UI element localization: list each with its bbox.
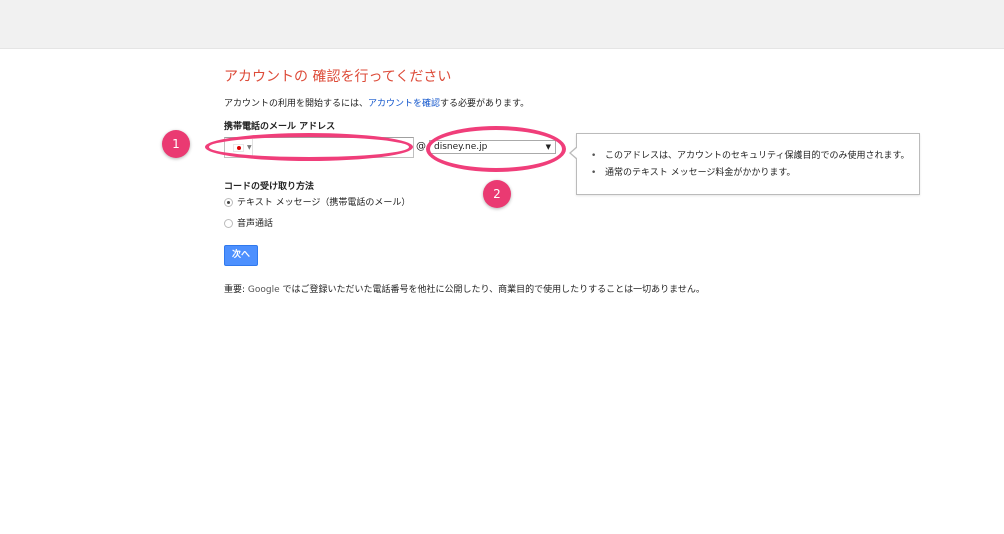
- privacy-notice: 重要: Google ではご登録いただいた電話番号を他社に公開したり、商業目的で…: [224, 284, 716, 296]
- radio-option-voice-call[interactable]: 音声通話: [224, 218, 273, 230]
- radio-button-checked[interactable]: [224, 198, 233, 207]
- tooltip-list: このアドレスは、アカウントのセキュリティ保護目的でのみ使用されます。 通常のテキ…: [591, 148, 910, 182]
- intro-prefix: アカウントの利用を開始するには、: [224, 99, 369, 109]
- radio-option-text-message[interactable]: テキスト メッセージ（携帯電話のメール）: [224, 197, 410, 209]
- annotation-badge-1: 1: [162, 130, 190, 158]
- info-tooltip: このアドレスは、アカウントのセキュリティ保護目的でのみ使用されます。 通常のテキ…: [569, 133, 920, 195]
- highlight-ellipse-2: [426, 126, 566, 172]
- highlight-ellipse-1: [205, 133, 413, 161]
- page-title: アカウントの 確認を行ってください: [224, 69, 452, 85]
- top-bar: [0, 0, 1004, 49]
- radio-button[interactable]: [224, 219, 233, 228]
- notice-brand: Google: [247, 285, 280, 295]
- next-button[interactable]: 次へ: [224, 245, 258, 266]
- tooltip-item: このアドレスは、アカウントのセキュリティ保護目的でのみ使用されます。: [591, 148, 910, 165]
- tooltip-item: 通常のテキスト メッセージ料金がかかります。: [591, 165, 910, 182]
- code-receipt-label: コードの受け取り方法: [224, 182, 315, 192]
- at-symbol: @: [416, 141, 426, 152]
- radio-label: テキスト メッセージ（携帯電話のメール）: [237, 198, 411, 208]
- verify-account-link[interactable]: アカウントを確認: [368, 99, 440, 109]
- radio-label: 音声通話: [237, 219, 274, 229]
- notice-prefix: 重要:: [224, 285, 248, 295]
- intro-text: アカウントの利用を開始するには、アカウントを確認する必要があります。: [224, 96, 529, 109]
- notice-text: ではご登録いただいた電話番号を他社に公開したり、商業目的で使用したりすることは一…: [279, 285, 705, 295]
- intro-suffix: する必要があります。: [440, 99, 530, 109]
- annotation-badge-2: 2: [483, 180, 511, 208]
- mobile-email-label: 携帯電話のメール アドレス: [224, 122, 336, 132]
